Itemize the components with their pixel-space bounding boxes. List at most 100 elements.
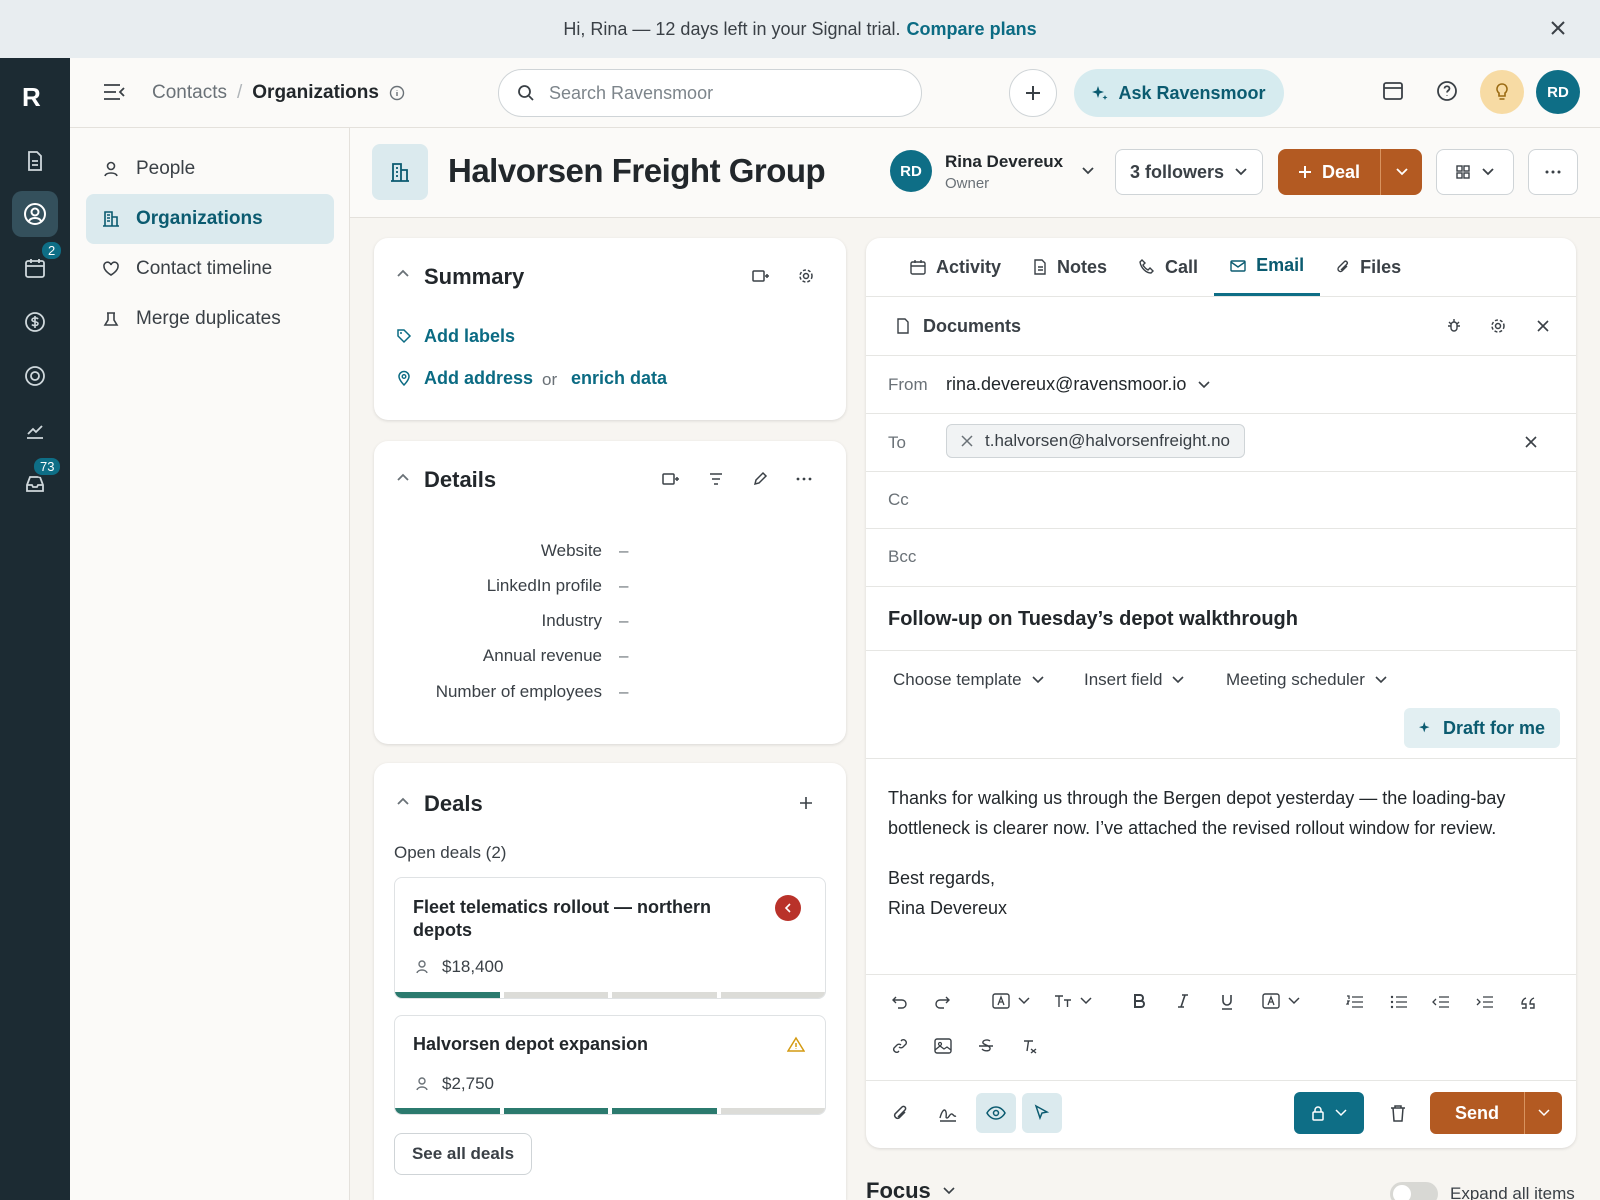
deal-title[interactable]: Fleet telematics rollout — northern depo… (413, 896, 763, 942)
email-body-editor[interactable]: Thanks for walking us through the Bergen… (888, 783, 1558, 983)
underline-icon[interactable] (1220, 993, 1234, 1011)
detail-value-industry[interactable]: – (619, 611, 628, 631)
ellipsis-icon[interactable] (796, 477, 812, 481)
owner-avatar[interactable]: RD (890, 150, 932, 192)
video-icon[interactable] (662, 471, 680, 487)
focus-header[interactable]: Focus (866, 1178, 955, 1200)
close-icon[interactable] (1524, 435, 1538, 449)
filter-icon[interactable] (708, 472, 724, 486)
deal-title[interactable]: Halvorsen depot expansion (413, 1034, 648, 1055)
tab-activity[interactable]: Activity (894, 238, 1017, 296)
bullet-list-icon[interactable] (1390, 995, 1408, 1009)
archive-icon[interactable] (1382, 80, 1404, 102)
documents-label[interactable]: Documents (923, 316, 1021, 337)
redo-icon[interactable] (934, 995, 950, 1009)
undo-icon[interactable] (892, 995, 908, 1009)
tab-call[interactable]: Call (1123, 238, 1214, 296)
strikethrough-icon[interactable] (978, 1038, 994, 1054)
create-button[interactable] (1009, 69, 1057, 117)
chevron-up-icon[interactable] (396, 472, 410, 482)
deal-main[interactable]: Deal (1278, 162, 1380, 183)
contacts-nav[interactable] (12, 191, 58, 237)
link-icon[interactable] (892, 1038, 908, 1054)
info-icon[interactable] (389, 85, 405, 101)
settings-icon[interactable] (798, 268, 814, 284)
owner-name[interactable]: Rina Devereux (945, 152, 1063, 172)
indent-icon[interactable] (1476, 995, 1494, 1009)
documents-nav[interactable] (12, 138, 58, 184)
chevron-down-icon[interactable] (1081, 166, 1095, 176)
outdent-icon[interactable] (1432, 995, 1450, 1009)
numbered-list-icon[interactable] (1346, 995, 1364, 1009)
see-all-deals-button[interactable]: See all deals (394, 1133, 532, 1175)
plus-icon[interactable] (798, 795, 814, 811)
sidenav-item-organizations[interactable]: Organizations (86, 194, 334, 244)
followers-button[interactable]: 3 followers (1115, 149, 1263, 195)
visibility-dropdown[interactable] (1294, 1092, 1364, 1134)
attach-icon[interactable] (892, 1104, 908, 1122)
deal-dropdown[interactable] (1380, 149, 1422, 195)
compare-plans-link[interactable]: Compare plans (907, 19, 1037, 40)
insert-field-dropdown[interactable]: Insert field (1084, 670, 1185, 690)
breadcrumb-contacts[interactable]: Contacts (152, 82, 227, 104)
font-size-dropdown[interactable] (1054, 993, 1092, 1009)
search-input[interactable]: Search Ravensmoor (498, 69, 922, 117)
close-icon[interactable] (1548, 18, 1568, 38)
add-address-link[interactable]: Add address (424, 368, 533, 389)
quote-icon[interactable] (1520, 995, 1536, 1009)
trash-icon[interactable] (1390, 1104, 1406, 1122)
leads-nav[interactable] (12, 353, 58, 399)
image-icon[interactable] (934, 1038, 952, 1054)
expand-all-toggle[interactable] (1390, 1182, 1438, 1200)
highlight-dropdown[interactable] (1262, 993, 1300, 1009)
tab-notes[interactable]: Notes (1017, 238, 1123, 296)
italic-icon[interactable] (1176, 993, 1190, 1009)
view-switch-button[interactable] (1436, 149, 1514, 195)
sidenav-item-people[interactable]: People (86, 144, 334, 194)
user-avatar[interactable]: RD (1536, 70, 1580, 114)
recipient-chip[interactable]: t.halvorsen@halvorsenfreight.no (946, 424, 1246, 458)
menu-collapse-icon[interactable] (102, 82, 126, 102)
settings-icon[interactable] (1490, 318, 1506, 334)
choose-template-dropdown[interactable]: Choose template (893, 670, 1044, 690)
clear-format-icon[interactable] (1022, 1038, 1038, 1054)
remove-icon[interactable] (961, 435, 973, 447)
detail-value-website[interactable]: – (619, 541, 628, 561)
enrich-data-link[interactable]: enrich data (571, 368, 667, 389)
from-select[interactable]: rina.devereux@ravensmoor.io (946, 374, 1210, 395)
sidenav-item-contact-timeline[interactable]: Contact timeline (86, 244, 334, 294)
cc-field[interactable]: Cc (866, 471, 1576, 528)
chevron-up-icon[interactable] (396, 268, 410, 278)
send-button[interactable]: Send (1430, 1103, 1524, 1124)
deal-card[interactable]: Fleet telematics rollout — northern depo… (394, 877, 826, 999)
send-options-dropdown[interactable] (1524, 1092, 1562, 1134)
pencil-icon[interactable] (752, 471, 768, 487)
bold-icon[interactable] (1132, 993, 1146, 1009)
add-labels-link[interactable]: Add labels (424, 326, 515, 347)
tab-email[interactable]: Email (1214, 238, 1321, 296)
detail-value-employees[interactable]: – (619, 682, 628, 702)
tracking-toggle[interactable] (976, 1093, 1016, 1133)
detail-value-linkedin[interactable]: – (619, 576, 628, 596)
insights-nav[interactable] (12, 407, 58, 453)
signature-icon[interactable] (938, 1104, 958, 1122)
draft-for-me-button[interactable]: Draft for me (1404, 708, 1560, 748)
deal-card[interactable]: Halvorsen depot expansion $2,750 (394, 1015, 826, 1115)
more-button[interactable] (1528, 149, 1578, 195)
bcc-field[interactable]: Bcc (866, 528, 1576, 586)
add-deal-button[interactable]: Deal (1278, 149, 1422, 195)
meeting-scheduler-dropdown[interactable]: Meeting scheduler (1226, 670, 1387, 690)
help-icon[interactable] (1436, 80, 1458, 102)
tips-button[interactable] (1480, 70, 1524, 114)
sidenav-item-merge-duplicates[interactable]: Merge duplicates (86, 294, 334, 344)
tab-files[interactable]: Files (1320, 238, 1417, 296)
close-icon[interactable] (1536, 319, 1550, 333)
click-tracking-toggle[interactable] (1022, 1093, 1062, 1133)
subject-field[interactable]: Follow-up on Tuesday’s depot walkthrough (888, 608, 1298, 631)
detail-value-annual-revenue[interactable]: – (619, 646, 628, 666)
text-color-dropdown[interactable] (992, 993, 1030, 1009)
bug-icon[interactable] (1446, 318, 1462, 334)
chevron-up-icon[interactable] (396, 796, 410, 806)
video-icon[interactable] (752, 268, 770, 284)
app-logo[interactable]: R (22, 82, 41, 113)
